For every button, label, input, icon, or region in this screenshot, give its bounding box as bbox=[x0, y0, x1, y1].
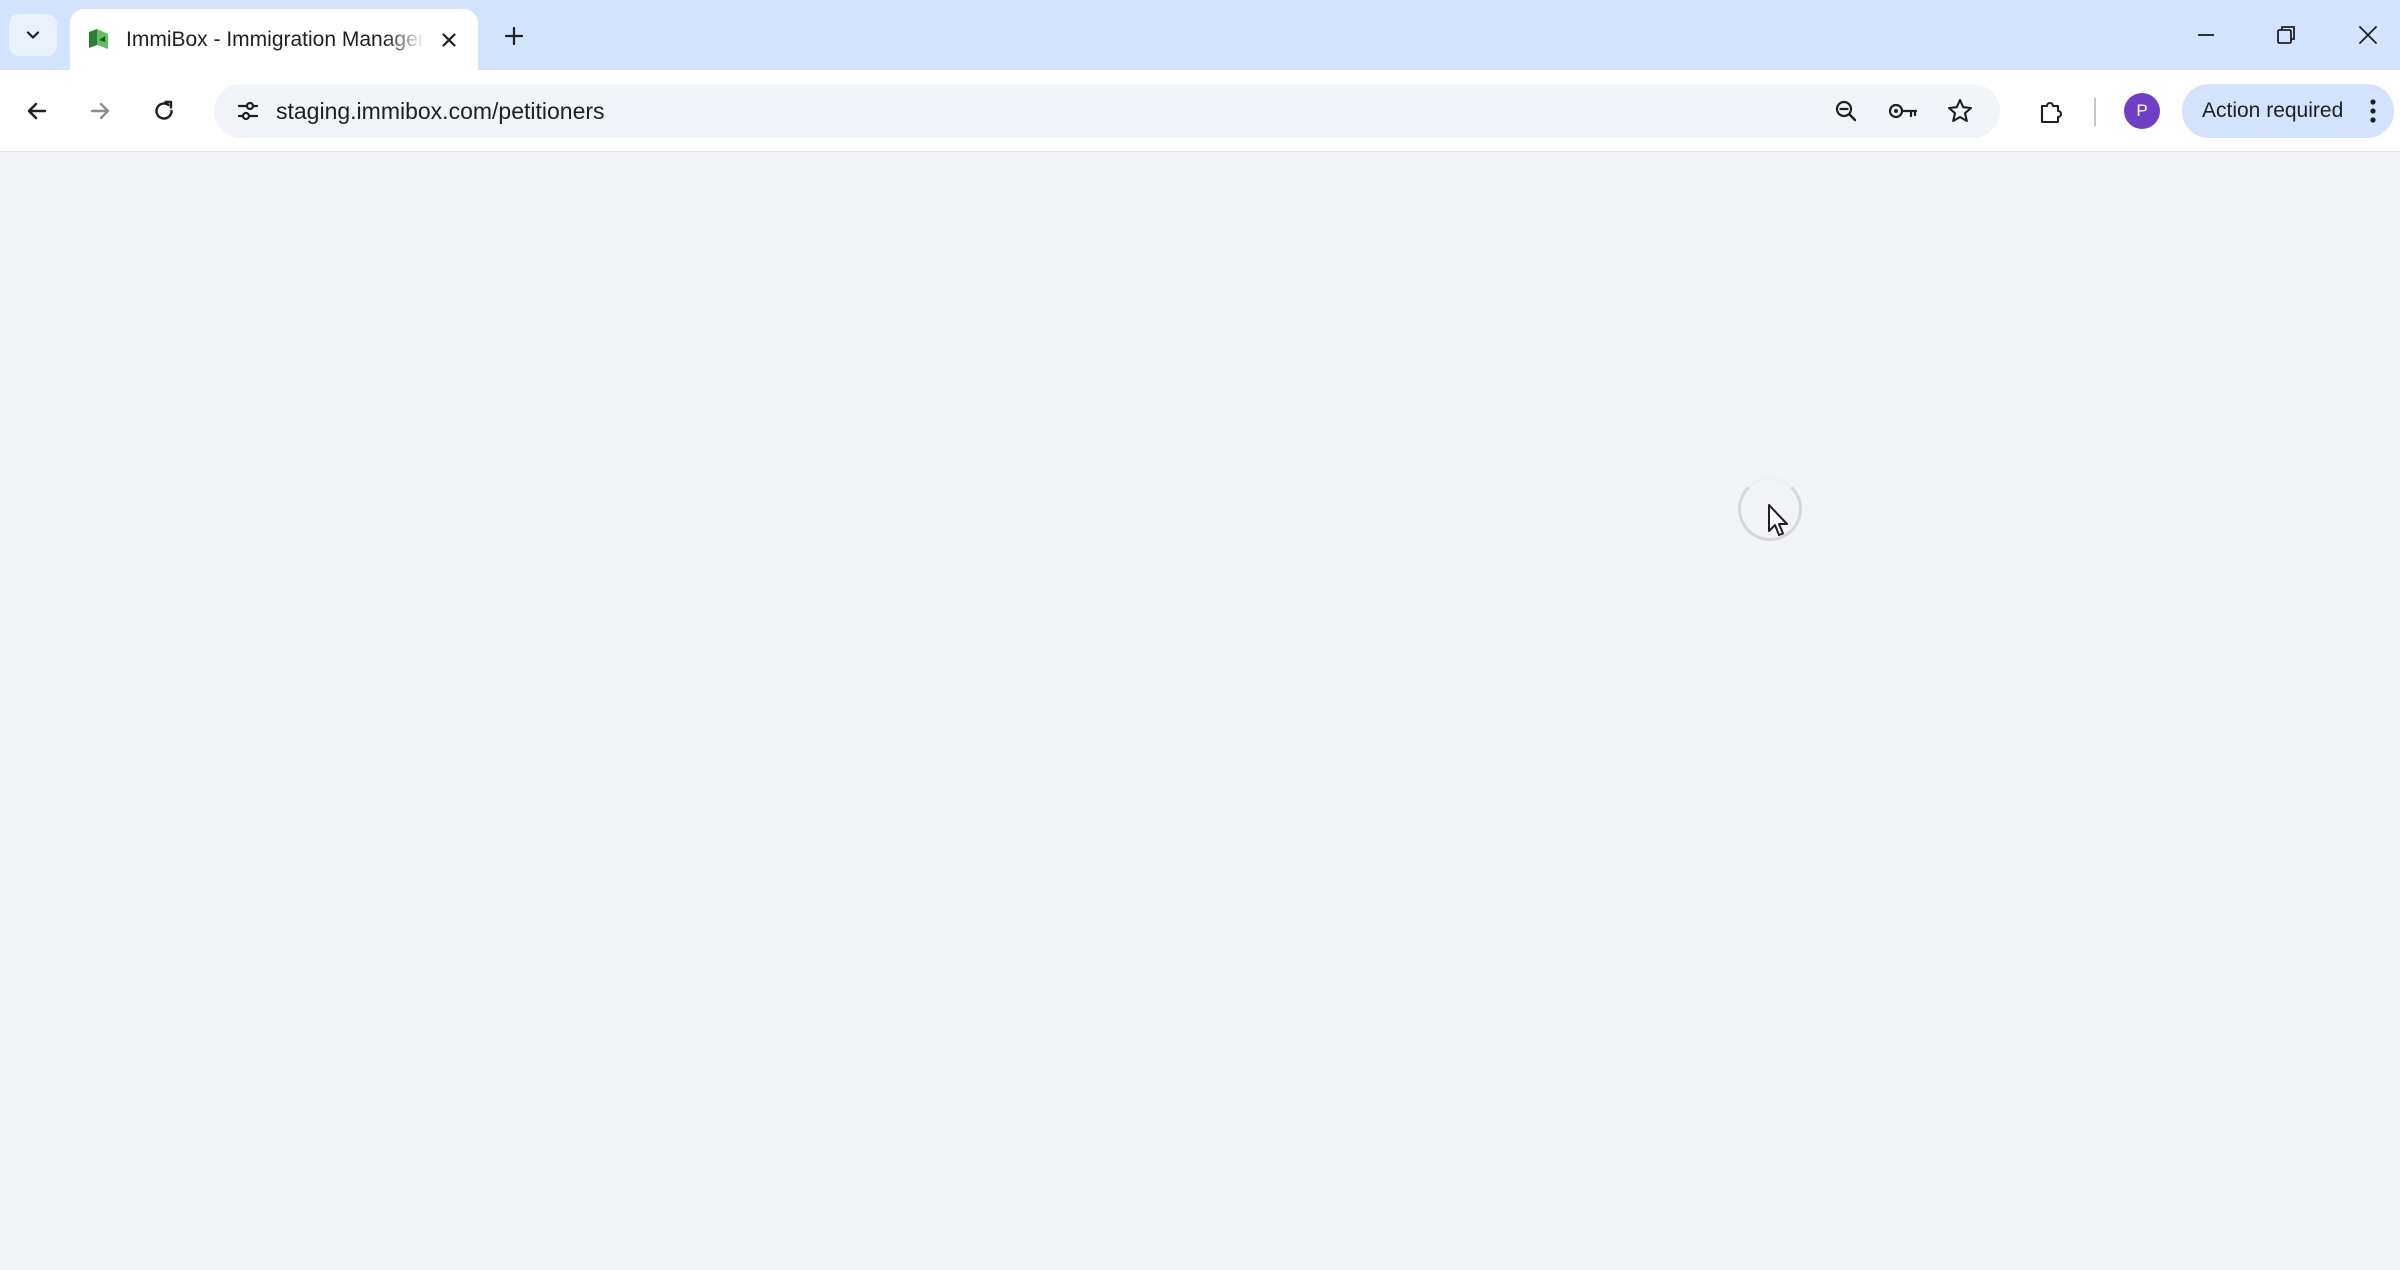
profile-avatar[interactable]: P bbox=[2124, 93, 2160, 129]
close-window-button[interactable] bbox=[2338, 10, 2398, 60]
back-arrow-icon bbox=[27, 102, 47, 120]
close-icon bbox=[2359, 26, 2377, 44]
key-icon bbox=[1888, 103, 1918, 119]
site-info-button[interactable] bbox=[226, 89, 270, 133]
forward-arrow-icon bbox=[90, 102, 110, 120]
more-vert-icon bbox=[2370, 99, 2376, 123]
tab-search-button[interactable] bbox=[9, 14, 57, 56]
back-button[interactable] bbox=[14, 88, 60, 134]
tab-strip: ImmiBox - Immigration Management bbox=[0, 0, 2400, 70]
browser-menu-button[interactable] bbox=[2358, 94, 2388, 128]
reload-button[interactable] bbox=[141, 88, 187, 134]
close-icon bbox=[442, 33, 456, 47]
action-required-chip[interactable]: Action required bbox=[2182, 84, 2394, 138]
zoom-button[interactable] bbox=[1826, 91, 1866, 131]
plus-icon bbox=[504, 26, 524, 46]
tab-title: ImmiBox - Immigration Management bbox=[126, 28, 426, 51]
browser-toolbar: staging.immibox.com/petitioners P Action… bbox=[0, 70, 2400, 152]
bookmark-button[interactable] bbox=[1940, 91, 1980, 131]
address-bar[interactable]: staging.immibox.com/petitioners bbox=[214, 84, 2000, 138]
minimize-button[interactable] bbox=[2176, 10, 2236, 60]
password-manager-button[interactable] bbox=[1883, 91, 1923, 131]
puzzle-icon bbox=[2040, 102, 2062, 124]
minimize-icon bbox=[2198, 34, 2214, 36]
page-viewport bbox=[0, 153, 2400, 1270]
extensions-button[interactable] bbox=[2028, 88, 2074, 134]
tune-icon bbox=[237, 101, 259, 121]
url-text[interactable]: staging.immibox.com/petitioners bbox=[276, 84, 605, 138]
toolbar-divider bbox=[2094, 98, 2096, 126]
restore-button[interactable] bbox=[2256, 10, 2316, 60]
new-tab-button[interactable] bbox=[494, 16, 534, 56]
tab-close-button[interactable] bbox=[432, 23, 466, 57]
active-tab[interactable]: ImmiBox - Immigration Management bbox=[70, 9, 478, 70]
star-icon bbox=[1947, 98, 1973, 123]
chevron-down-icon bbox=[26, 31, 40, 39]
forward-button[interactable] bbox=[77, 88, 123, 134]
restore-icon bbox=[2277, 26, 2295, 44]
action-required-label: Action required bbox=[2202, 99, 2344, 122]
zoom-out-icon bbox=[1835, 100, 1857, 122]
reload-icon bbox=[155, 100, 173, 120]
immibox-logo-icon bbox=[89, 29, 108, 49]
mouse-cursor-icon bbox=[1768, 504, 1788, 536]
